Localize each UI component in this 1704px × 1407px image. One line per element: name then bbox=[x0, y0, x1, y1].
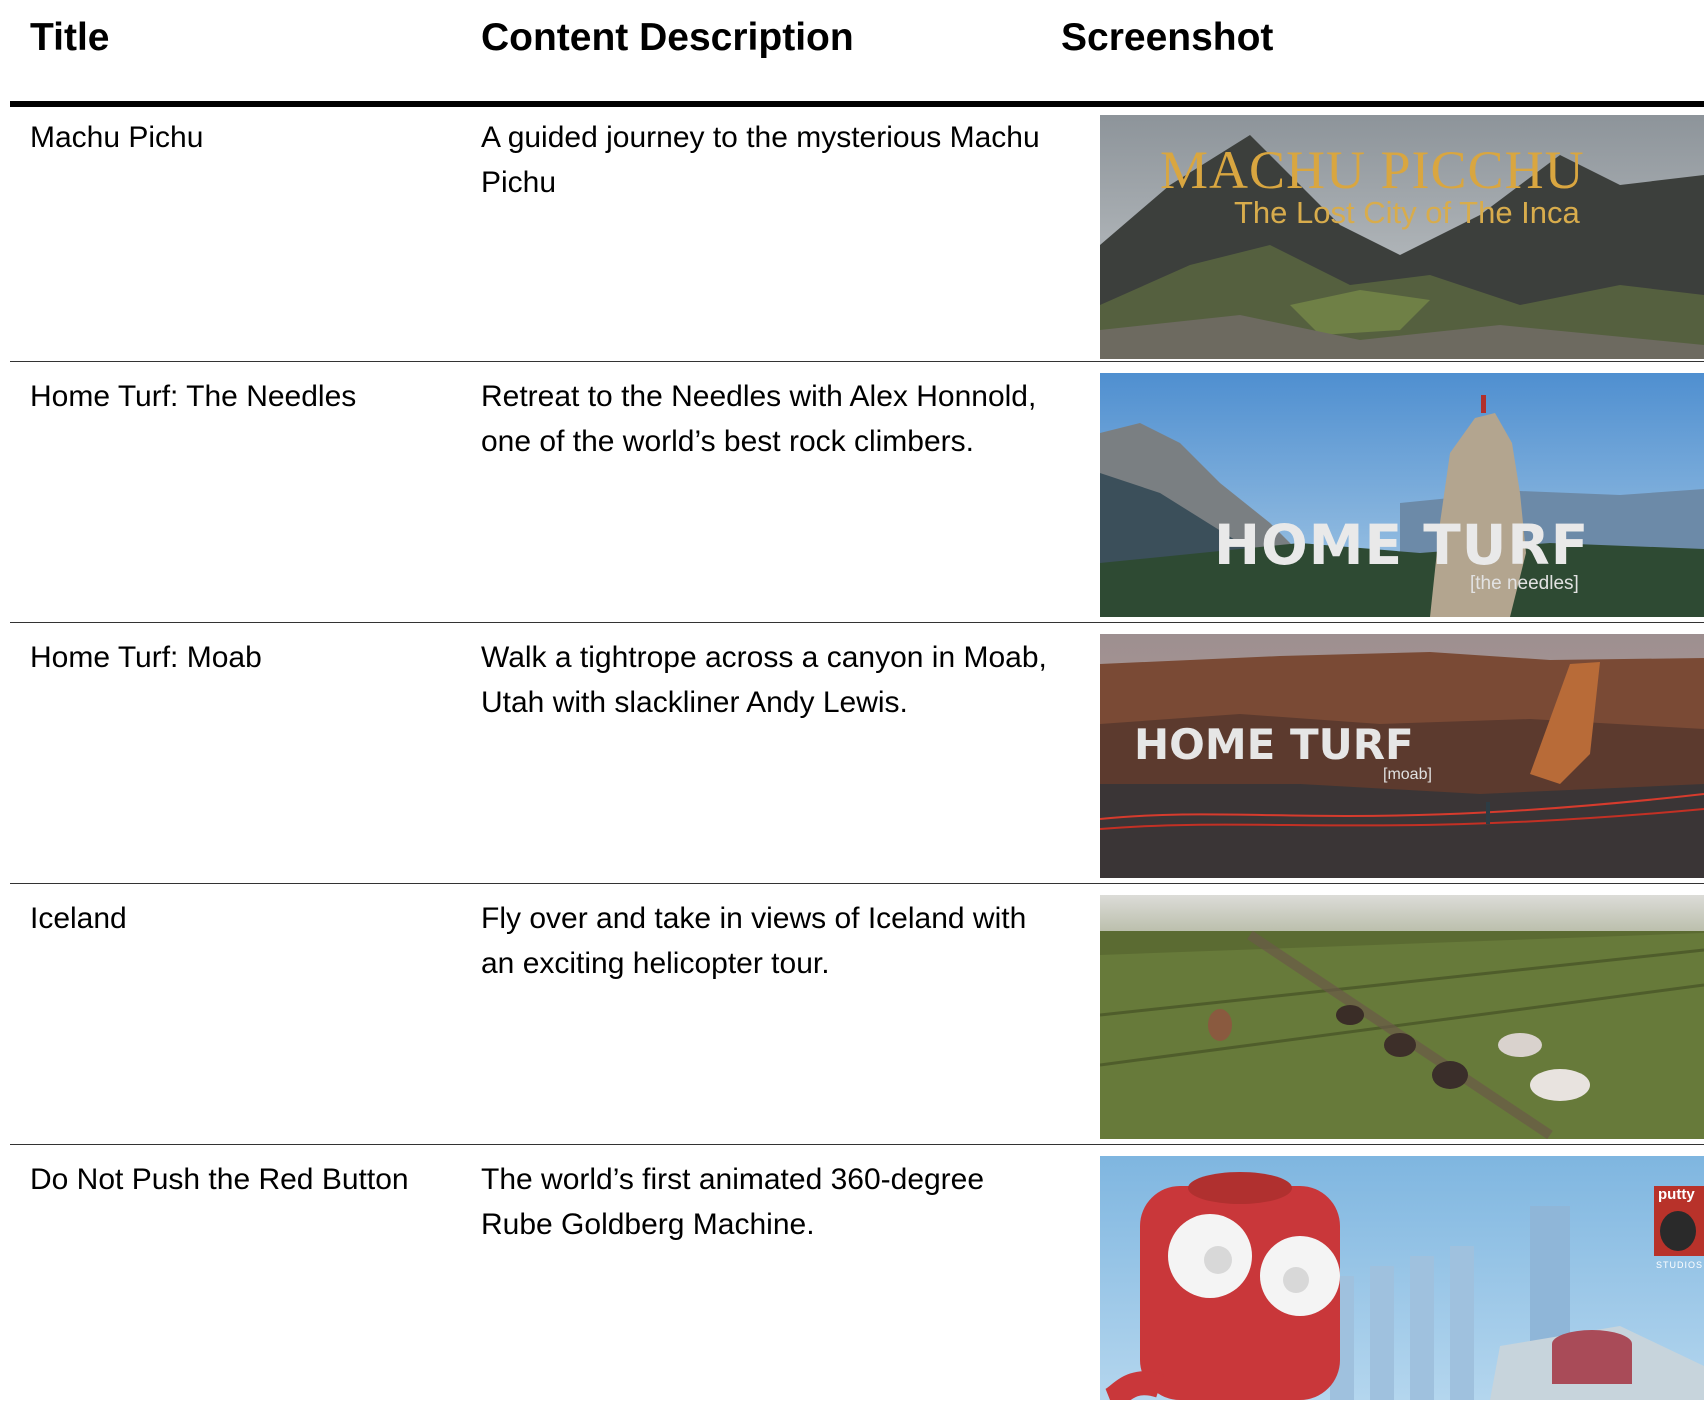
row-title-red-button: Do Not Push the Red Button bbox=[30, 1163, 409, 1196]
row-title-home-turf-moab: Home Turf: Moab bbox=[30, 641, 262, 674]
header-divider bbox=[10, 101, 1704, 107]
row-description-home-turf-moab: Walk a tightrope across a canyon in Moab… bbox=[481, 641, 1047, 719]
thumbnail-subtitle-text: [moab] bbox=[1383, 766, 1432, 783]
thumbnail-subtitle-text: [the needles] bbox=[1470, 573, 1579, 594]
screenshot-iceland[interactable] bbox=[1100, 895, 1704, 1139]
screenshot-home-turf-moab[interactable]: HOME TURF [moab] bbox=[1100, 634, 1704, 878]
row-description-home-turf-needles: Retreat to the Needles with Alex Honnold… bbox=[481, 380, 1037, 458]
screenshot-machu-pichu[interactable]: MACHU PICCHU The Lost City of The Inca bbox=[1100, 115, 1704, 359]
row-divider bbox=[10, 1144, 1704, 1145]
putty-logo-subtext: STUDIOS bbox=[1656, 1260, 1704, 1270]
row-divider bbox=[10, 883, 1704, 884]
animated-character-image bbox=[1100, 1156, 1704, 1400]
column-header-screenshot: Screenshot bbox=[1061, 16, 1274, 59]
row-description-iceland: Fly over and take in views of Iceland wi… bbox=[481, 902, 1027, 980]
thumbnail-subtitle-text: The Lost City of The Inca bbox=[1234, 195, 1580, 230]
row-description-machu-pichu: A guided journey to the mysterious Machu… bbox=[481, 121, 1040, 199]
thumbnail-title-text: MACHU PICCHU bbox=[1160, 140, 1585, 200]
thumbnail-title-text: HOME TURF bbox=[1214, 513, 1590, 577]
row-title-machu-pichu: Machu Pichu bbox=[30, 121, 204, 154]
screenshot-red-button[interactable]: putty STUDIOS bbox=[1100, 1156, 1704, 1400]
rock-climbing-image bbox=[1100, 373, 1704, 617]
iceland-horses-image bbox=[1100, 895, 1704, 1139]
putty-logo-text: putty bbox=[1658, 1186, 1695, 1203]
row-description-red-button: The world’s first animated 360-degree Ru… bbox=[481, 1163, 985, 1241]
column-header-description: Content Description bbox=[481, 16, 854, 59]
row-divider bbox=[10, 361, 1704, 362]
row-title-iceland: Iceland bbox=[30, 902, 127, 935]
screenshot-home-turf-needles[interactable]: HOME TURF [the needles] bbox=[1100, 373, 1704, 617]
row-title-home-turf-needles: Home Turf: The Needles bbox=[30, 380, 357, 413]
row-divider bbox=[10, 622, 1704, 623]
thumbnail-title-text: HOME TURF bbox=[1134, 720, 1414, 769]
column-header-title: Title bbox=[30, 16, 110, 59]
